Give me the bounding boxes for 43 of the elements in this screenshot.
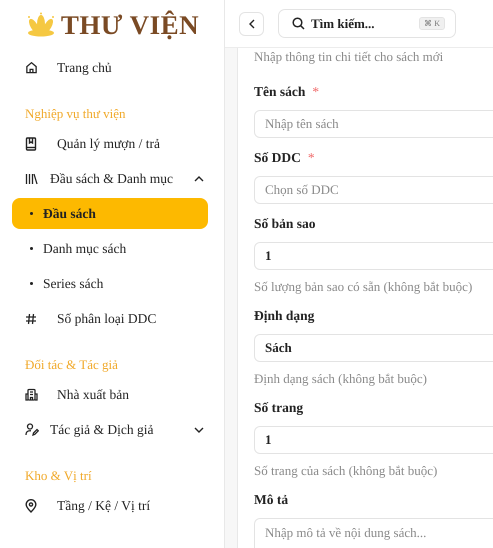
section-title: Nghiệp vụ thư viện xyxy=(25,106,126,122)
nav-item[interactable]: Quản lý mượn / trả xyxy=(0,126,224,161)
brand-title: THƯ VIỆN xyxy=(60,10,200,40)
nav-item[interactable]: Trang chủ xyxy=(0,50,224,85)
nav-group[interactable]: Đầu sách & Danh mục xyxy=(0,161,224,196)
field-label: Số DDC xyxy=(254,149,301,167)
section-title: Đối tác & Tác giả xyxy=(25,357,118,373)
select-field[interactable]: Sách xyxy=(254,334,493,362)
field-label: Số bản sao xyxy=(254,215,316,233)
search-field[interactable]: Tìm kiếm... ⌘ K xyxy=(278,9,456,38)
field-label: Tên sách xyxy=(254,83,306,101)
field-label: Định dạng xyxy=(254,307,314,325)
user-pen-icon xyxy=(25,423,39,436)
back-button[interactable] xyxy=(239,12,264,36)
field-hint: Định dạng sách (không bắt buộc) xyxy=(254,370,428,388)
chevron-up-icon xyxy=(194,176,204,182)
location-pin-icon xyxy=(25,498,37,512)
home-icon xyxy=(25,61,38,74)
nav-item[interactable]: Tầng / Kệ / Vị trí xyxy=(0,488,224,523)
input-field[interactable]: 1 xyxy=(254,426,493,454)
chevron-left-icon xyxy=(248,18,254,28)
nav-subitem[interactable]: Danh mục sách xyxy=(12,233,208,264)
field-hint: Số trang của sách (không bắt buộc) xyxy=(254,462,438,480)
search-icon xyxy=(292,17,305,30)
shortcut-hint: ⌘ K xyxy=(419,17,445,30)
book-icon xyxy=(25,136,37,150)
nav-item[interactable]: Nhà xuất bản xyxy=(0,377,224,412)
nav-subitem[interactable]: Đầu sách xyxy=(12,198,208,229)
nav-group[interactable]: Tác giả & Dịch giả xyxy=(0,412,224,447)
nav-item[interactable]: Số phân loại DDC xyxy=(0,301,224,336)
field-label: Mô tả xyxy=(254,491,288,509)
section-title: Kho & Vị trí xyxy=(25,468,92,484)
hash-icon xyxy=(25,312,37,324)
nav-subitem[interactable]: Series sách xyxy=(12,268,208,299)
chevron-down-icon xyxy=(194,426,204,432)
field-label: Số trang xyxy=(254,399,304,417)
form-subtitle: Nhập thông tin chi tiết cho sách mới xyxy=(254,48,444,66)
library-icon xyxy=(25,172,38,184)
required-mark: * xyxy=(312,83,320,101)
required-mark: * xyxy=(308,149,315,167)
field-hint: Số lượng bản sao có sẵn (không bắt buộc) xyxy=(254,278,474,296)
building-icon xyxy=(25,388,38,401)
input-field[interactable]: 1 xyxy=(254,242,493,270)
